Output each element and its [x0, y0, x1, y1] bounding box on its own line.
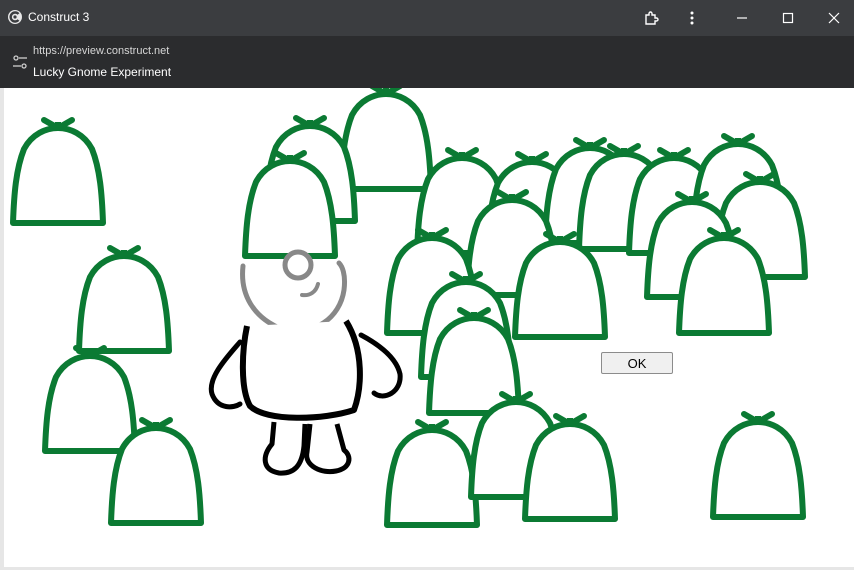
green-bag [387, 422, 477, 525]
green-bag [45, 348, 135, 451]
site-settings-icon[interactable] [12, 54, 28, 70]
green-bag [341, 88, 431, 189]
page-title: Lucky Gnome Experiment [33, 65, 172, 79]
minimize-button[interactable] [728, 4, 756, 32]
close-button[interactable] [820, 4, 848, 32]
window-title: Construct 3 [28, 10, 90, 24]
extensions-button[interactable] [638, 4, 666, 32]
address-bar: https://preview.construct.net Lucky Gnom… [0, 36, 854, 88]
more-vert-icon [690, 11, 694, 25]
maximize-button[interactable] [774, 4, 802, 32]
minimize-icon [737, 17, 747, 19]
gnome-character [208, 249, 403, 476]
green-bag [79, 248, 169, 351]
green-bag [713, 414, 803, 517]
game-scene [4, 88, 853, 568]
puzzle-icon [645, 11, 659, 25]
green-bag [13, 120, 103, 223]
ok-button[interactable]: OK [601, 352, 673, 374]
more-menu-button[interactable] [678, 4, 706, 32]
title-bar: Construct 3 [0, 0, 854, 36]
maximize-icon [782, 12, 794, 24]
page-url: https://preview.construct.net [33, 45, 170, 57]
game-canvas[interactable]: OK [4, 88, 853, 568]
construct-logo-icon [8, 10, 22, 24]
close-icon [828, 12, 840, 24]
